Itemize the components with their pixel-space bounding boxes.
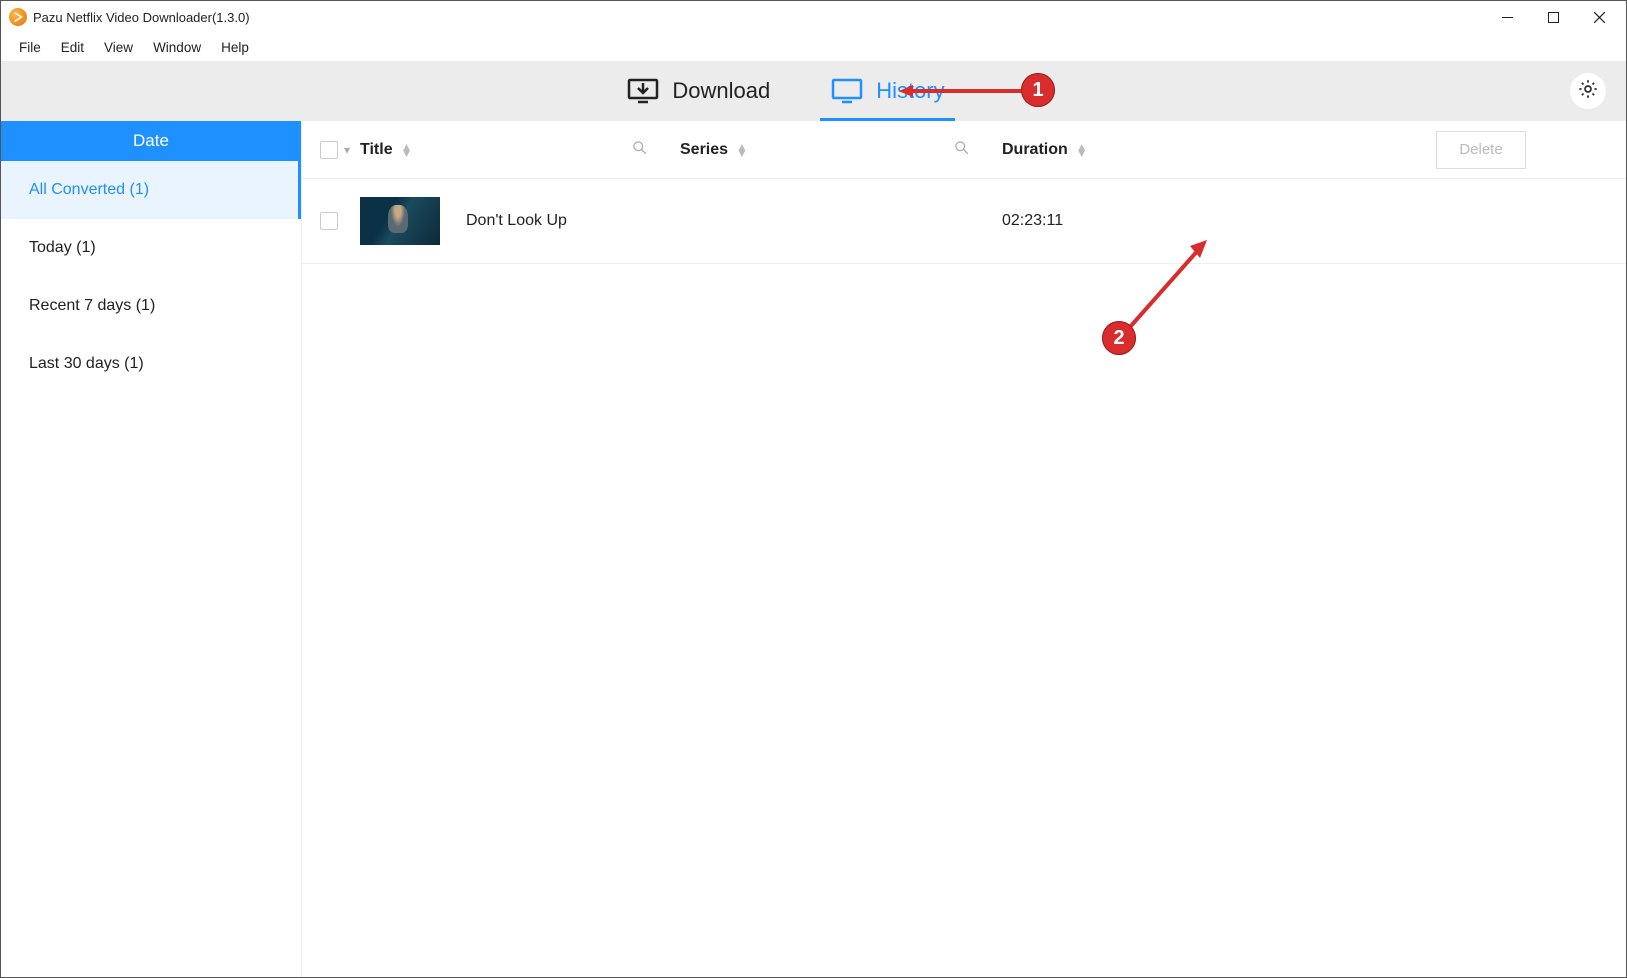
column-duration[interactable]: Duration ▲▼ xyxy=(1002,141,1088,159)
download-icon xyxy=(626,76,660,106)
sidebar-item-all-converted[interactable]: All Converted (1) xyxy=(1,161,301,219)
sidebar-item-label: Recent 7 days (1) xyxy=(29,297,155,315)
delete-button[interactable]: Delete xyxy=(1436,131,1526,169)
column-series[interactable]: Series ▲▼ xyxy=(680,141,748,159)
column-series-label: Series xyxy=(680,141,728,159)
sidebar-header: Date xyxy=(1,121,301,161)
menu-help[interactable]: Help xyxy=(211,36,259,59)
table-header: ▾ Title ▲▼ Series ▲▼ Duration ▲▼ Delete xyxy=(302,121,1626,179)
open-folder-button[interactable] xyxy=(1449,210,1471,232)
delete-row-button[interactable] xyxy=(1489,210,1511,232)
sort-icon: ▲▼ xyxy=(1076,144,1088,156)
select-all-checkbox[interactable] xyxy=(320,141,338,159)
row-duration: 02:23:11 xyxy=(1002,212,1063,230)
annotation-badge-2: 2 xyxy=(1102,321,1136,355)
tab-download[interactable]: Download xyxy=(616,61,780,121)
sidebar-item-last-30-days[interactable]: Last 30 days (1) xyxy=(1,335,301,393)
column-title[interactable]: Title ▲▼ xyxy=(360,141,413,159)
settings-button[interactable] xyxy=(1570,73,1606,109)
menu-window[interactable]: Window xyxy=(143,36,211,59)
close-button[interactable] xyxy=(1576,1,1622,33)
annotation-badge-1: 1 xyxy=(1021,73,1055,107)
row-checkbox[interactable] xyxy=(320,212,338,230)
sort-icon: ▲▼ xyxy=(401,144,413,156)
menubar: File Edit View Window Help xyxy=(1,33,1626,61)
window-title: Pazu Netflix Video Downloader(1.3.0) xyxy=(33,10,250,25)
maximize-button[interactable] xyxy=(1530,1,1576,33)
video-thumbnail xyxy=(360,197,440,245)
search-title-icon[interactable] xyxy=(632,140,647,160)
column-duration-label: Duration xyxy=(1002,141,1068,159)
delete-button-label: Delete xyxy=(1459,141,1502,158)
sidebar-item-recent-7-days[interactable]: Recent 7 days (1) xyxy=(1,277,301,335)
minimize-button[interactable] xyxy=(1484,1,1530,33)
gear-icon xyxy=(1577,78,1599,105)
toolbar: Download History 1 xyxy=(1,61,1626,121)
main-content: ▾ Title ▲▼ Series ▲▼ Duration ▲▼ Delete xyxy=(301,121,1626,977)
sidebar-item-label: Last 30 days (1) xyxy=(29,355,144,373)
table-row: Don't Look Up 02:23:11 xyxy=(302,179,1626,264)
search-series-icon[interactable] xyxy=(954,140,969,160)
sort-icon: ▲▼ xyxy=(736,144,748,156)
sidebar-item-label: Today (1) xyxy=(29,239,96,257)
annotation-arrow-1 xyxy=(899,83,1029,99)
menu-edit[interactable]: Edit xyxy=(51,36,94,59)
chevron-down-icon[interactable]: ▾ xyxy=(344,143,350,157)
sidebar: Date All Converted (1) Today (1) Recent … xyxy=(1,121,301,977)
menu-view[interactable]: View xyxy=(94,36,143,59)
titlebar: Pazu Netflix Video Downloader(1.3.0) xyxy=(1,1,1626,33)
history-icon xyxy=(830,76,864,106)
sidebar-item-today[interactable]: Today (1) xyxy=(1,219,301,277)
tab-download-label: Download xyxy=(672,78,770,104)
column-title-label: Title xyxy=(360,141,393,159)
app-icon xyxy=(9,8,27,26)
row-title: Don't Look Up xyxy=(466,212,567,230)
sidebar-item-label: All Converted (1) xyxy=(29,181,149,199)
menu-file[interactable]: File xyxy=(9,36,51,59)
